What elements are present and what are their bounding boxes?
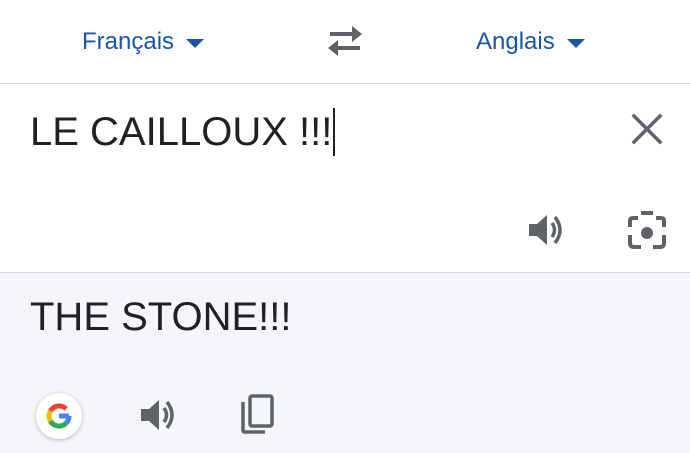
language-bar: Français Anglais bbox=[0, 0, 690, 84]
google-logo-icon bbox=[46, 403, 72, 429]
translation-area: THE STONE!!! bbox=[0, 273, 690, 453]
dropdown-caret-icon bbox=[566, 39, 585, 48]
camera-translate-button[interactable] bbox=[627, 211, 667, 251]
target-language-label: Anglais bbox=[476, 28, 555, 55]
source-text-area[interactable]: LE CAILLOUX !!! bbox=[0, 84, 690, 273]
clear-text-button[interactable] bbox=[626, 108, 668, 150]
swap-languages-button[interactable] bbox=[324, 22, 366, 58]
speaker-icon bbox=[529, 215, 562, 245]
listen-source-button[interactable] bbox=[526, 210, 566, 250]
dropdown-caret-icon bbox=[186, 39, 205, 48]
source-language-label: Français bbox=[82, 28, 175, 55]
source-text-input[interactable]: LE CAILLOUX !!! bbox=[30, 108, 336, 156]
copy-icon bbox=[241, 394, 274, 434]
copy-translation-button[interactable] bbox=[240, 393, 276, 435]
swap-arrows-icon bbox=[328, 26, 362, 56]
source-language-selector[interactable]: Français bbox=[82, 22, 205, 62]
translated-text: THE STONE!!! bbox=[30, 295, 292, 339]
google-logo bbox=[36, 393, 82, 439]
source-text: LE CAILLOUX !!! bbox=[30, 109, 333, 154]
camera-icon bbox=[628, 211, 666, 249]
close-icon bbox=[631, 113, 663, 145]
listen-translation-button[interactable] bbox=[138, 395, 178, 435]
target-language-selector[interactable]: Anglais bbox=[476, 22, 585, 62]
text-cursor bbox=[333, 108, 336, 156]
speaker-icon bbox=[141, 400, 174, 430]
